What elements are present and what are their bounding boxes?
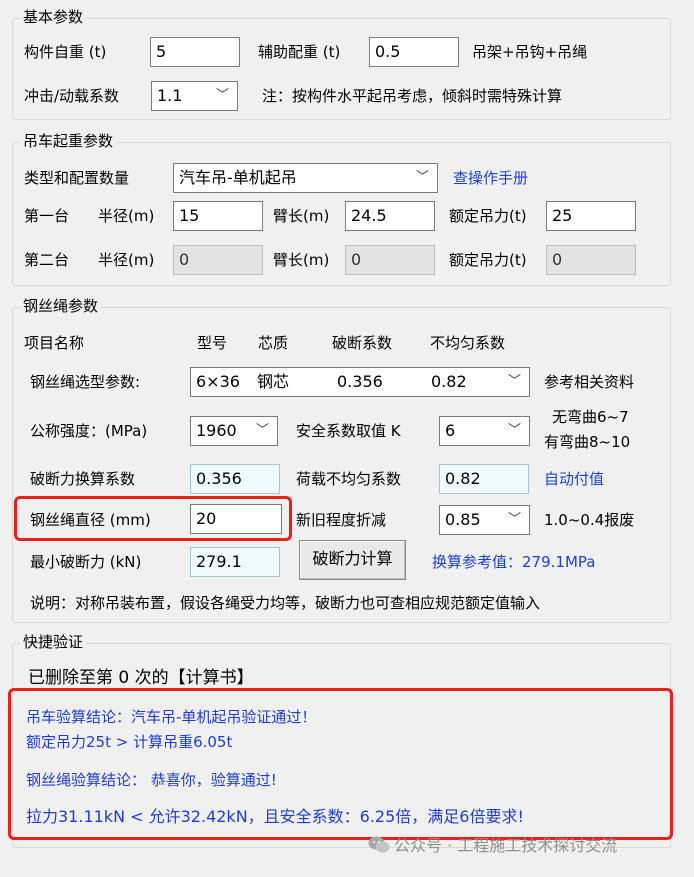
impact-factor-label: 冲击/动载系数 (24, 87, 120, 105)
crane2-radius-input[interactable]: 0 (173, 245, 263, 275)
crane2-boom-label: 臂长(m) (273, 251, 330, 269)
auto-assign-link[interactable]: 自动付值 (544, 469, 604, 489)
safety-factor-label: 安全系数取值 K (296, 422, 401, 440)
impact-factor-select[interactable]: 1.1 ﹀ (151, 81, 238, 111)
min-break-label: 最小破断力 (kN) (30, 553, 142, 571)
uneven-input[interactable]: 0.82 (439, 464, 529, 494)
crane1-label: 第一台 (24, 207, 70, 225)
calc-break-button[interactable]: 破断力计算 (299, 540, 406, 580)
rope-result-line: 钢丝绳验算结论： 恭喜你，验算通过! (26, 771, 277, 789)
crane-type-label: 类型和配置数量 (24, 169, 130, 187)
crane2-label: 第二台 (24, 251, 70, 269)
chevron-down-icon: ﹀ (255, 423, 269, 438)
rope-select-label: 钢丝绳选型参数: (30, 373, 141, 391)
diameter-highlight-box (14, 496, 292, 541)
aux-weight-note: 吊架+吊钩+吊绳 (472, 43, 588, 61)
strength-label: 公称强度：(MPa) (30, 422, 148, 440)
uneven-label: 荷载不均匀系数 (296, 470, 402, 488)
crane2-rated-input[interactable]: 0 (546, 245, 636, 275)
crane1-radius-label: 半径(m) (98, 207, 155, 225)
wear-note: 1.0~0.4报废 (544, 511, 635, 529)
basic-params-title: 基本参数 (20, 8, 87, 26)
rope-uneven-value: 0.82 (431, 372, 467, 391)
crane1-radius-input[interactable]: 15 (173, 201, 263, 231)
rope-core-value: 钢芯 (257, 372, 290, 391)
chevron-down-icon: ﹀ (507, 423, 521, 438)
impact-note: 注：按构件水平起吊考虑，倾斜时需特殊计算 (262, 87, 563, 105)
safety-factor-value: 6 (445, 421, 456, 440)
crane2-radius-label: 半径(m) (98, 251, 155, 269)
crane-type-select[interactable]: 汽车吊-单机起吊 ﹀ (173, 163, 438, 193)
quick-verify-title: 快捷验证 (20, 633, 87, 651)
header-core: 芯质 (258, 334, 289, 352)
crane1-rated-label: 额定吊力(t) (449, 207, 527, 225)
rope-description: 说明：对称吊装布置，假设各绳受力均等，破断力也可查相应规范额定值输入 (30, 594, 541, 612)
header-break-factor: 破断系数 (332, 334, 393, 352)
rope-model-value: 6×36 (196, 372, 240, 391)
crane1-boom-input[interactable]: 24.5 (345, 201, 435, 231)
safety-note-1: 无弯曲6~7 (552, 408, 629, 426)
chevron-down-icon: ﹀ (215, 88, 229, 103)
break-conv-input[interactable]: 0.356 (190, 464, 280, 494)
rope-select-note: 参考相关资料 (544, 373, 635, 391)
crane-params-title: 吊车起重参数 (20, 132, 117, 150)
header-uneven-factor: 不均匀系数 (430, 334, 506, 352)
crane1-boom-label: 臂长(m) (273, 207, 330, 225)
break-conv-label: 破断力换算系数 (30, 470, 136, 488)
wechat-icon (368, 835, 390, 860)
rope-params-title: 钢丝绳参数 (20, 297, 102, 315)
deleted-text: 已删除至第 0 次的【计算书】 (28, 668, 254, 688)
header-item-name: 项目名称 (24, 334, 85, 352)
rope-break-value: 0.356 (337, 372, 383, 391)
wear-value: 0.85 (445, 510, 481, 529)
rope-result-detail: 拉力31.11kN < 允许32.42kN，且安全系数：6.25倍，满足6倍要求… (26, 807, 524, 826)
manual-link[interactable]: 查操作手册 (453, 168, 528, 188)
crane2-boom-input[interactable]: 0 (345, 245, 435, 275)
header-model: 型号 (197, 334, 228, 352)
min-break-input[interactable]: 279.1 (190, 547, 280, 577)
crane-result-detail: 额定吊力25t > 计算吊重6.05t (26, 733, 233, 751)
crane1-rated-input[interactable]: 25 (546, 201, 636, 231)
watermark-text: 公众号 · 工程施工技术探讨交流 (394, 836, 618, 855)
weight-label: 构件自重 (t) (24, 43, 107, 61)
safety-factor-select[interactable]: 6 ﹀ (439, 416, 530, 446)
crane2-rated-label: 额定吊力(t) (449, 251, 527, 269)
aux-weight-label: 辅助配重 (t) (258, 43, 341, 61)
crane-result-line: 吊车验算结论：汽车吊-单机起吊验证通过！ (26, 708, 317, 726)
weight-input[interactable]: 5 (150, 37, 240, 67)
chevron-down-icon: ﹀ (415, 170, 429, 185)
strength-value: 1960 (196, 421, 237, 440)
impact-factor-value: 1.1 (157, 86, 183, 105)
wear-label: 新旧程度折减 (296, 511, 387, 529)
chevron-down-icon: ﹀ (507, 374, 521, 389)
wear-select[interactable]: 0.85 ﹀ (439, 505, 530, 535)
crane-type-value: 汽车吊-单机起吊 (179, 168, 297, 187)
strength-select[interactable]: 1960 ﹀ (190, 416, 278, 446)
safety-note-2: 有弯曲8~10 (544, 433, 631, 451)
chevron-down-icon: ﹀ (507, 512, 521, 527)
ref-value-text: 换算参考值：279.1MPa (432, 553, 596, 571)
rope-type-select[interactable]: 6×36 钢芯 0.356 0.82 ﹀ (190, 367, 530, 397)
aux-weight-input[interactable]: 0.5 (369, 37, 459, 67)
